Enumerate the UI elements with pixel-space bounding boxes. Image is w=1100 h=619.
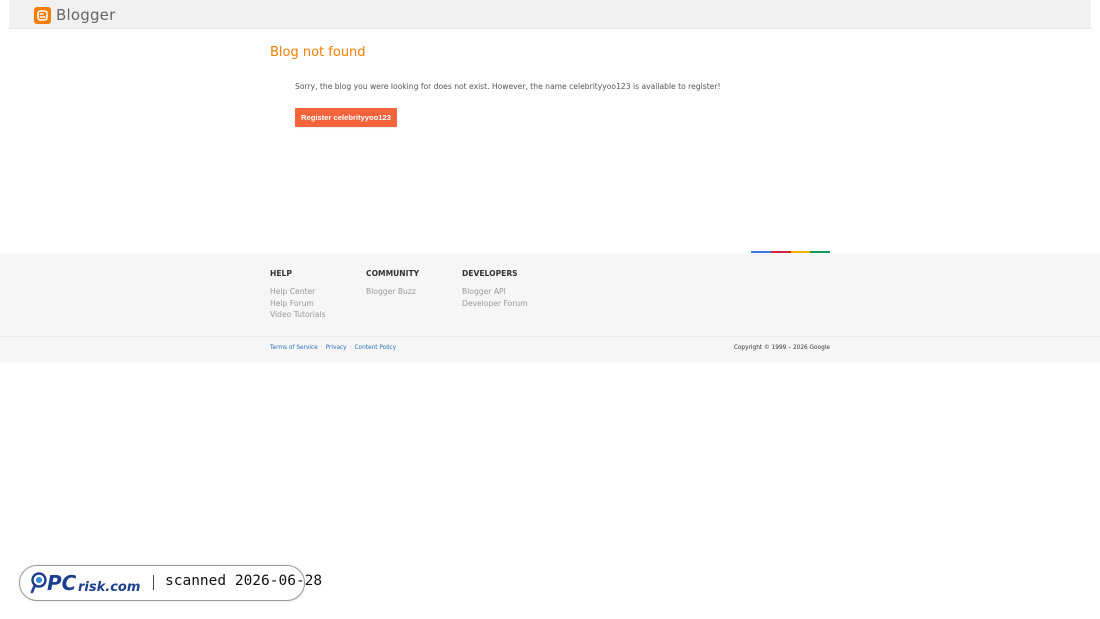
terms-of-service-link[interactable]: Terms of Service (270, 345, 318, 351)
register-button[interactable]: Register celebrityyoo123 (295, 108, 397, 127)
svg-text:risk.com: risk.com (78, 580, 140, 595)
footer-column-community: COMMUNITY Blogger Buzz (366, 269, 419, 298)
legal-links: Terms of Service · Privacy · Content Policy (270, 345, 396, 351)
footer-link-help-forum[interactable]: Help Forum (270, 298, 326, 310)
badge-separator (153, 575, 154, 590)
footer-link-help-center[interactable]: Help Center (270, 286, 326, 298)
logo-text: Blogger (56, 6, 116, 24)
footer-heading-community: COMMUNITY (366, 269, 420, 278)
not-found-message: Sorry, the blog you were looking for doe… (295, 82, 721, 91)
content-policy-link[interactable]: Content Policy (354, 345, 396, 351)
blogger-icon (34, 6, 51, 24)
pcrisk-scan-badge: PC risk.com scanned 2026-06-28 (19, 565, 322, 601)
top-header-bar: Blogger (9, 0, 1091, 29)
page-title: Blog not found (270, 45, 366, 60)
footer-heading-help: HELP (270, 269, 292, 278)
copyright-text: Copyright © 1999 – 2026 Google (733, 345, 830, 351)
privacy-link[interactable]: Privacy (326, 345, 347, 351)
footer-heading-developers: DEVELOPERS (462, 269, 518, 278)
legal-separator: · (349, 345, 352, 351)
footer-column-developers: DEVELOPERS Blogger API Developer Forum (462, 269, 528, 309)
legal-separator: · (320, 345, 323, 351)
blogger-logo[interactable]: Blogger (34, 6, 115, 24)
footer-divider (0, 336, 1100, 337)
footer-link-video-tutorials[interactable]: Video Tutorials (270, 309, 326, 321)
footer-column-help: HELP Help Center Help Forum Video Tutori… (270, 269, 326, 321)
footer-link-developer-forum[interactable]: Developer Forum (462, 298, 528, 310)
pcrisk-logo: PC risk.com (30, 571, 146, 599)
svg-text:PC: PC (47, 571, 77, 595)
scan-date-text: scanned 2026-06-28 (165, 573, 323, 589)
footer-link-blogger-api[interactable]: Blogger API (462, 286, 528, 298)
footer-link-blogger-buzz[interactable]: Blogger Buzz (366, 286, 419, 298)
footer: HELP Help Center Help Forum Video Tutori… (0, 253, 1100, 362)
